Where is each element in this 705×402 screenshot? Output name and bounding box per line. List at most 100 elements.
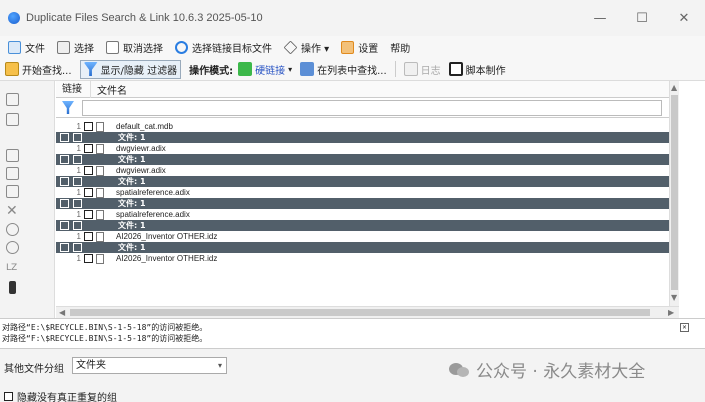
- column-header-link[interactable]: 链接: [56, 81, 91, 98]
- operation-mode-selector[interactable]: 操作模式: 硬链接 ▾: [189, 62, 292, 77]
- window-controls: — ☐ ✕: [579, 0, 705, 36]
- column-header-name[interactable]: 文件名: [91, 82, 127, 97]
- collapse-group-icon[interactable]: [60, 177, 69, 186]
- horizontal-scroll-thumb[interactable]: [70, 309, 650, 316]
- document-icon: [96, 187, 104, 198]
- menu-settings[interactable]: 设置: [341, 40, 378, 55]
- collapse-all-icon[interactable]: [6, 113, 19, 126]
- file-checkbox[interactable]: [84, 144, 93, 153]
- file-checkbox[interactable]: [84, 188, 93, 197]
- other-group-label: 其他文件分组: [4, 364, 64, 375]
- file-row[interactable]: 1 dwgviewr.adix: [56, 165, 669, 176]
- close-button[interactable]: ✕: [663, 0, 705, 36]
- file-row[interactable]: 1 default_cat.mdb: [56, 121, 669, 132]
- scroll-left-arrow-icon[interactable]: ◀: [59, 308, 65, 317]
- redo-icon[interactable]: [6, 241, 19, 254]
- scroll-up-arrow-icon[interactable]: ▲: [671, 83, 677, 92]
- group-label: 文件: 1: [118, 177, 146, 186]
- hide-non-duplicates-checkbox[interactable]: [4, 392, 13, 401]
- minimize-button[interactable]: —: [579, 0, 621, 36]
- file-checkbox[interactable]: [84, 254, 93, 263]
- scroll-down-arrow-icon[interactable]: ▼: [671, 293, 677, 302]
- title-bar: Duplicate Files Search & Link 10.6.3 202…: [0, 0, 705, 36]
- chevron-down-icon: ▾: [288, 64, 293, 74]
- group-label: 文件: 1: [118, 199, 146, 208]
- menu-select-link-targets[interactable]: 选择链接目标文件: [175, 40, 272, 55]
- group-row[interactable]: 文件: 1: [56, 242, 669, 253]
- document-icon: [96, 143, 104, 154]
- wechat-logo-icon: [449, 362, 469, 377]
- menu-select[interactable]: 选择: [57, 40, 94, 55]
- group-checkbox[interactable]: [73, 177, 82, 186]
- close-log-icon[interactable]: ✕: [680, 323, 689, 332]
- expand-all-icon[interactable]: [6, 93, 19, 106]
- file-row[interactable]: 1 AI2026_Inventor OTHER.idz: [56, 231, 669, 242]
- hide-non-duplicates-option[interactable]: 隐藏没有真正重复的组: [4, 389, 117, 402]
- scroll-right-arrow-icon[interactable]: ▶: [668, 308, 674, 317]
- start-search-button[interactable]: 开始查找...: [5, 62, 72, 77]
- group-icon[interactable]: [6, 149, 19, 162]
- operation-mode-label: 操作模式:: [189, 65, 234, 77]
- vertical-scroll-thumb[interactable]: [671, 95, 678, 290]
- collapse-group-icon[interactable]: [60, 199, 69, 208]
- file-name: dwgviewr.adix: [116, 144, 166, 153]
- filter-row: [56, 98, 669, 118]
- file-name: spatialreference.adix: [116, 210, 190, 219]
- group-row[interactable]: 文件: 1: [56, 220, 669, 231]
- collapse-group-icon[interactable]: [60, 133, 69, 142]
- filter-toggle-button[interactable]: 显示/隐藏 过滤器: [79, 59, 182, 79]
- filter-input[interactable]: [82, 99, 662, 116]
- file-row[interactable]: 1 dwgviewr.adix: [56, 143, 669, 154]
- script-button[interactable]: 脚本制作: [448, 62, 506, 77]
- menu-operations[interactable]: 操作 ▾: [283, 40, 329, 55]
- search-start-icon: [5, 62, 19, 76]
- group-label: 文件: 1: [118, 243, 146, 252]
- copy-icon[interactable]: [6, 185, 19, 198]
- file-checkbox[interactable]: [84, 210, 93, 219]
- group-checkbox[interactable]: [73, 199, 82, 208]
- menu-deselect[interactable]: 取消选择: [106, 40, 163, 55]
- maximize-button[interactable]: ☐: [621, 0, 663, 36]
- group-row[interactable]: 文件: 1: [56, 198, 669, 209]
- list-vertical-scrollbar[interactable]: ▲ ▼: [669, 81, 679, 306]
- select-icon: [57, 40, 70, 54]
- menu-help[interactable]: 帮助: [390, 40, 410, 55]
- log-line: 对路径“E:\$RECYCLE.BIN\S-1-5-18”的访问被拒绝。: [2, 323, 208, 332]
- group-checkbox[interactable]: [73, 155, 82, 164]
- link-count: 1: [76, 188, 81, 197]
- toolbar: 开始查找... 显示/隐藏 过滤器 操作模式: 硬链接 ▾ 在列表中查找... …: [0, 58, 705, 81]
- link-count: 1: [76, 144, 81, 153]
- group-label: 文件: 1: [118, 133, 146, 142]
- log-icon: [403, 62, 418, 76]
- delete-icon[interactable]: ✕: [6, 204, 19, 218]
- file-row[interactable]: 1 spatialreference.adix: [56, 187, 669, 198]
- log-line: 对路径“F:\$RECYCLE.BIN\S-1-5-18”的访问被拒绝。: [2, 334, 208, 343]
- list-horizontal-scrollbar[interactable]: ◀ ▶: [56, 306, 679, 318]
- group-checkbox[interactable]: [73, 243, 82, 252]
- lz-icon[interactable]: LZ: [6, 263, 19, 276]
- document-icon: [96, 165, 104, 176]
- menu-file[interactable]: 文件: [8, 40, 45, 55]
- file-checkbox[interactable]: [84, 232, 93, 241]
- file-row[interactable]: 1 AI2026_Inventor OTHER.idz: [56, 253, 669, 264]
- collapse-group-icon[interactable]: [60, 243, 69, 252]
- file-row[interactable]: 1 spatialreference.adix: [56, 209, 669, 220]
- log-button[interactable]: 日志: [403, 62, 441, 77]
- group-row[interactable]: 文件: 1: [56, 154, 669, 165]
- group-by-select[interactable]: 文件夹 ▾: [72, 357, 227, 374]
- group-checkbox[interactable]: [73, 221, 82, 230]
- collapse-group-icon[interactable]: [60, 155, 69, 164]
- group-row[interactable]: 文件: 1: [56, 132, 669, 143]
- file-checkbox[interactable]: [84, 166, 93, 175]
- link-count: 1: [76, 166, 81, 175]
- file-checkbox[interactable]: [84, 122, 93, 131]
- collapse-group-icon[interactable]: [60, 221, 69, 230]
- duplicate-file-list[interactable]: 链接 文件名 1 default_cat.mdb 文件: 1 1 dwgviewr.ad…: [56, 81, 669, 306]
- bookmark-icon[interactable]: [9, 281, 16, 294]
- find-in-list-button[interactable]: 在列表中查找...: [300, 62, 387, 77]
- find-list-icon: [300, 62, 315, 76]
- group-checkbox[interactable]: [73, 133, 82, 142]
- recycle-icon[interactable]: [6, 223, 19, 236]
- ungroup-icon[interactable]: [6, 167, 19, 180]
- group-row[interactable]: 文件: 1: [56, 176, 669, 187]
